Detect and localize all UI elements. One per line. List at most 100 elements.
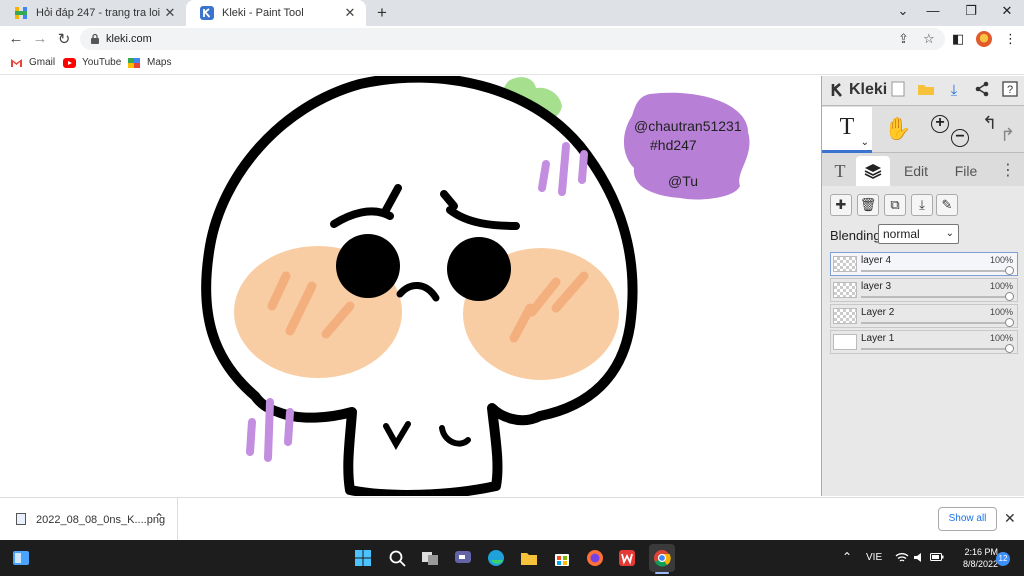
opacity-slider[interactable] (861, 292, 1014, 301)
slider-handle[interactable] (1005, 344, 1014, 353)
more-options-icon[interactable]: ⋮ (1000, 156, 1016, 186)
download-item[interactable]: 2022_08_08_0ns_K....png ⌃ (0, 498, 178, 541)
kleki-logo[interactable]: Kleki (830, 81, 887, 99)
file-icon (16, 513, 26, 525)
menu-icon[interactable]: ⋮ (1004, 31, 1017, 47)
drawing-canvas[interactable]: @chautran51231 #hd247 @Tu (0, 76, 821, 496)
hoidap-favicon (14, 6, 28, 20)
share-icon[interactable] (972, 81, 992, 101)
taskbar: ⌃ VIE 2:16 PM 8/8/2022 12 (0, 540, 1024, 576)
wps-office-icon[interactable] (618, 549, 636, 567)
panel-tabs: T Edit File ⋮ (822, 156, 1024, 186)
bubble-tu-text: @Tu (668, 173, 699, 189)
tab-title: Kleki - Paint Tool (222, 7, 304, 19)
reload-icon[interactable]: ↻ (54, 30, 74, 48)
opacity-slider[interactable] (861, 344, 1014, 353)
close-icon[interactable]: ✕ (162, 5, 178, 21)
new-tab-icon[interactable]: + (372, 3, 392, 23)
clock-time: 2:16 PM (964, 547, 998, 557)
file-explorer-icon[interactable] (520, 549, 538, 567)
windows-start-icon[interactable] (354, 549, 372, 567)
bookmark-maps[interactable]: Maps (128, 57, 171, 68)
wifi-icon[interactable] (895, 552, 909, 566)
hand-icon[interactable]: ✋ (884, 116, 911, 142)
new-image-icon[interactable] (888, 81, 908, 101)
close-icon[interactable]: ✕ (1004, 510, 1016, 527)
delete-layer-icon[interactable]: 🗑 (857, 194, 879, 216)
tab-tool-settings[interactable]: T (826, 156, 854, 186)
tab-layers[interactable] (856, 156, 890, 186)
show-all-button[interactable]: Show all (938, 507, 997, 531)
kleki-header: Kleki ⤓ ? (822, 76, 1024, 106)
store-icon[interactable] (553, 549, 571, 567)
slider-handle[interactable] (1005, 318, 1014, 327)
kleki-panel: Kleki ⤓ ? T ⌄ ✋ + − ↰ ↱ T Edit File ⋮ ✚ … (821, 76, 1024, 496)
search-icon[interactable] (388, 549, 406, 567)
notification-badge[interactable]: 12 (996, 552, 1010, 566)
battery-icon[interactable] (930, 552, 944, 565)
layer-row[interactable]: Layer 1 100% (830, 330, 1018, 354)
edge-icon[interactable] (487, 549, 505, 567)
tab-edit[interactable]: Edit (896, 156, 936, 186)
open-folder-icon[interactable] (916, 81, 936, 101)
forward-icon[interactable]: → (30, 30, 50, 47)
undo-icon[interactable]: ↰ (982, 113, 997, 134)
clock-date: 8/8/2022 (962, 559, 998, 569)
chevron-up-icon[interactable]: ⌃ (842, 550, 852, 564)
language-indicator[interactable]: VIE (866, 552, 882, 563)
tab-title: Hỏi đáp 247 - trang tra loi (36, 7, 161, 19)
tab-file[interactable]: File (946, 156, 986, 186)
address-bar[interactable]: kleki.com ⇪ ☆ (80, 28, 945, 50)
duplicate-layer-icon[interactable]: ⧉ (884, 194, 906, 216)
minimize-icon[interactable]: — (918, 3, 948, 18)
redo-icon[interactable]: ↱ (1000, 125, 1015, 146)
zoom-out-icon[interactable]: − (951, 129, 969, 147)
tab-hoidap[interactable]: Hỏi đáp 247 - trang tra loi ✕ (0, 0, 186, 26)
download-icon[interactable]: ⤓ (944, 81, 964, 101)
opacity-slider[interactable] (861, 318, 1014, 327)
browser-toolbar: ← → ↻ kleki.com ⇪ ☆ ◧ ⋮ (0, 26, 1024, 53)
task-view-icon[interactable] (421, 549, 439, 567)
back-icon[interactable]: ← (6, 30, 26, 47)
layer-thumbnail (833, 334, 857, 350)
blending-label: Blending (830, 228, 881, 243)
widgets-icon[interactable] (12, 549, 30, 567)
zoom-in-icon[interactable]: + (931, 115, 949, 133)
chevron-up-icon[interactable]: ⌃ (154, 511, 164, 525)
chrome-icon[interactable] (653, 549, 671, 567)
layer-row[interactable]: layer 3 100% (830, 278, 1018, 302)
layer-row[interactable]: Layer 2 100% (830, 304, 1018, 328)
download-filename: 2022_08_08_0ns_K....png (36, 514, 166, 526)
firefox-icon[interactable] (586, 549, 604, 567)
close-icon[interactable]: ✕ (342, 5, 358, 21)
slider-handle[interactable] (1005, 266, 1014, 275)
clock[interactable]: 2:16 PM 8/8/2022 (952, 546, 998, 570)
bookmark-youtube[interactable]: YouTube (63, 57, 121, 68)
opacity-slider[interactable] (861, 266, 1014, 275)
speaker-icon[interactable] (913, 552, 925, 566)
share-icon[interactable]: ⇪ (898, 31, 909, 47)
merge-layer-icon[interactable]: ⤓ (911, 194, 933, 216)
window-close-icon[interactable]: ✕ (992, 3, 1022, 19)
download-shelf: 2022_08_08_0ns_K....png ⌃ Show all ✕ (0, 497, 1024, 541)
layer-row[interactable]: layer 4 100% (830, 252, 1018, 276)
tab-kleki[interactable]: Kleki - Paint Tool ✕ (186, 0, 366, 26)
text-tool-button[interactable]: T ⌄ (822, 107, 872, 153)
bookmark-gmail[interactable]: Gmail (10, 57, 55, 68)
layer-thumbnail (833, 308, 857, 324)
teams-chat-icon[interactable] (454, 549, 472, 567)
active-indicator (655, 572, 669, 574)
help-icon[interactable]: ? (1000, 81, 1020, 101)
sidepanel-icon[interactable]: ◧ (952, 31, 964, 47)
blending-select[interactable]: normal ⌄ (878, 224, 959, 244)
layer-thumbnail (833, 282, 857, 298)
add-layer-icon[interactable]: ✚ (830, 194, 852, 216)
restore-icon[interactable]: ❐ (956, 3, 986, 19)
maps-icon (128, 57, 141, 68)
avatar[interactable] (976, 31, 992, 47)
layers-pane: ✚ 🗑 ⧉ ⤓ ✎ Blending normal ⌄ layer 4 100%… (822, 186, 1024, 496)
chevron-down-icon[interactable]: ⌄ (888, 3, 918, 19)
rename-layer-icon[interactable]: ✎ (936, 194, 958, 216)
bookmark-star-icon[interactable]: ☆ (923, 31, 935, 47)
slider-handle[interactable] (1005, 292, 1014, 301)
